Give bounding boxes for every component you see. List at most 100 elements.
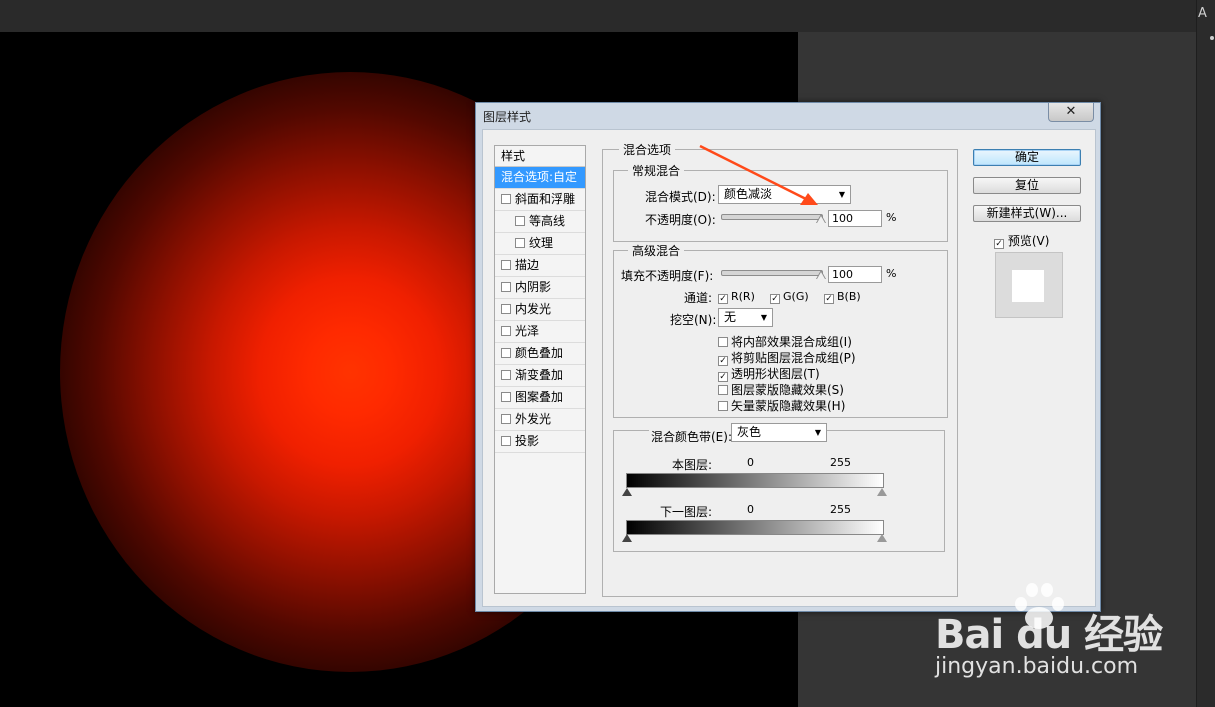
close-button[interactable]: ✕ [1048,103,1094,122]
advanced-option[interactable]: 矢量蒙版隐藏效果(H) [718,397,845,414]
preview-checkbox[interactable]: ✓ [994,239,1004,249]
blend-if-select[interactable]: 灰色 ▼ [731,423,827,442]
blend-mode-label: 混合模式(D): [645,190,716,204]
style-item-checkbox[interactable] [501,304,511,314]
preview-label: 预览(V) [1007,234,1050,248]
dialog-titlebar[interactable]: 图层样式 ✕ [476,103,1100,127]
advanced-option[interactable]: ✓ 透明形状图层(T) [718,365,820,382]
advanced-option-checkbox[interactable] [718,337,728,347]
knockout-select[interactable]: 无 ▼ [718,308,773,327]
style-item-label: 渐变叠加 [515,368,564,382]
style-item[interactable]: 渐变叠加 [495,365,585,387]
style-list: 样式 混合选项:自定斜面和浮雕等高线纹理描边内阴影内发光光泽颜色叠加渐变叠加图案… [494,145,586,594]
fill-opacity-label: 填充不透明度(F): [621,269,714,283]
chevron-down-icon: ▼ [760,313,767,322]
ok-button[interactable]: 确定 [973,149,1081,166]
this-layer-gradient [626,473,884,488]
style-item-checkbox[interactable] [515,216,525,226]
close-icon: ✕ [1065,104,1077,119]
underlying-layer-white-marker[interactable] [877,534,887,542]
baidu-watermark: Bai du 经验 jingyan.baidu.com [935,580,1165,690]
style-item[interactable]: 纹理 [495,233,585,255]
fill-opacity-slider[interactable] [721,270,823,276]
style-item-label: 斜面和浮雕 [515,192,576,206]
style-item-checkbox[interactable] [501,436,511,446]
fill-opacity-slider-thumb[interactable] [816,270,826,279]
style-item-checkbox[interactable] [515,238,525,248]
style-item-label: 内阴影 [515,280,552,294]
style-item-label: 投影 [515,434,540,448]
knockout-value: 无 [724,310,737,324]
opacity-input[interactable]: 100 [828,210,882,227]
chevron-down-icon: ▼ [838,190,845,199]
style-item-checkbox[interactable] [501,370,511,380]
underlying-layer-min: 0 [747,503,754,516]
advanced-option-label: 图层蒙版隐藏效果(S) [731,383,844,397]
dialog-body: 样式 混合选项:自定斜面和浮雕等高线纹理描边内阴影内发光光泽颜色叠加渐变叠加图案… [482,129,1096,607]
style-item[interactable]: 投影 [495,431,585,453]
style-item[interactable]: 光泽 [495,321,585,343]
style-item-checkbox[interactable] [501,194,511,204]
underlying-layer-black-marker[interactable] [622,534,632,542]
this-layer-white-marker[interactable] [877,488,887,496]
general-blending-title: 常规混合 [628,162,685,179]
channel-checkbox[interactable]: ✓ [824,294,834,304]
channel-checkbox[interactable]: ✓ [770,294,780,304]
opacity-label: 不透明度(O): [645,213,716,227]
style-item[interactable]: 颜色叠加 [495,343,585,365]
channels-label: 通道: [684,291,713,305]
style-item-label: 图案叠加 [515,390,564,404]
advanced-option[interactable]: 将内部效果混合成组(I) [718,333,852,350]
channel-toggle[interactable]: ✓ B(B) [824,289,861,304]
panel-collapse-strip[interactable]: A [1196,0,1215,707]
chevron-down-icon: ▼ [814,428,821,437]
style-item-checkbox[interactable] [501,348,511,358]
style-item[interactable]: 描边 [495,255,585,277]
preview-toggle[interactable]: ✓ 预览(V) [994,232,1049,249]
this-layer-black-marker[interactable] [622,488,632,496]
style-item-checkbox[interactable] [501,326,511,336]
style-preview-swatch [1012,270,1044,302]
channel-toggle[interactable]: ✓ R(R) [718,289,755,304]
style-item[interactable]: 内发光 [495,299,585,321]
advanced-option-checkbox[interactable] [718,385,728,395]
blending-options-title: 混合选项 [619,141,676,158]
fill-opacity-input[interactable]: 100 [828,266,882,283]
advanced-option[interactable]: ✓ 将剪贴图层混合成组(P) [718,349,856,366]
layer-style-dialog: 图层样式 ✕ 样式 混合选项:自定斜面和浮雕等高线纹理描边内阴影内发光光泽颜色叠… [475,102,1101,612]
channel-label: R(R) [731,290,755,303]
style-item-checkbox[interactable] [501,282,511,292]
opacity-slider-thumb[interactable] [816,214,826,223]
advanced-option[interactable]: 图层蒙版隐藏效果(S) [718,381,844,398]
style-item-label: 纹理 [529,236,554,250]
blend-mode-value: 颜色减淡 [724,187,773,201]
blend-mode-select[interactable]: 颜色减淡 ▼ [718,185,851,204]
channel-toggle[interactable]: ✓ G(G) [770,289,809,304]
style-item[interactable]: 斜面和浮雕 [495,189,585,211]
style-item[interactable]: 内阴影 [495,277,585,299]
this-layer-max: 255 [830,456,851,469]
style-item[interactable]: 外发光 [495,409,585,431]
advanced-option-checkbox[interactable] [718,401,728,411]
style-list-header[interactable]: 样式 [495,146,585,167]
channel-checkbox[interactable]: ✓ [718,294,728,304]
style-item[interactable]: 混合选项:自定 [495,167,585,189]
this-layer-min: 0 [747,456,754,469]
style-item-checkbox[interactable] [501,414,511,424]
blend-if-value: 灰色 [737,425,762,439]
opacity-slider[interactable] [721,214,823,220]
style-item-label: 颜色叠加 [515,346,564,360]
style-item[interactable]: 图案叠加 [495,387,585,409]
dialog-title: 图层样式 [483,110,532,124]
style-item-checkbox[interactable] [501,392,511,402]
reset-button[interactable]: 复位 [973,177,1081,194]
style-item[interactable]: 等高线 [495,211,585,233]
advanced-option-label: 将内部效果混合成组(I) [731,335,852,349]
panel-toggle-icon[interactable]: A [1198,6,1207,21]
advanced-option-label: 透明形状图层(T) [731,367,820,381]
style-item-checkbox[interactable] [501,260,511,270]
new-style-button[interactable]: 新建样式(W)... [973,205,1081,222]
watermark-logo: Bai du 经验 [935,612,1163,658]
style-item-label: 内发光 [515,302,552,316]
watermark-url: jingyan.baidu.com [935,654,1139,679]
